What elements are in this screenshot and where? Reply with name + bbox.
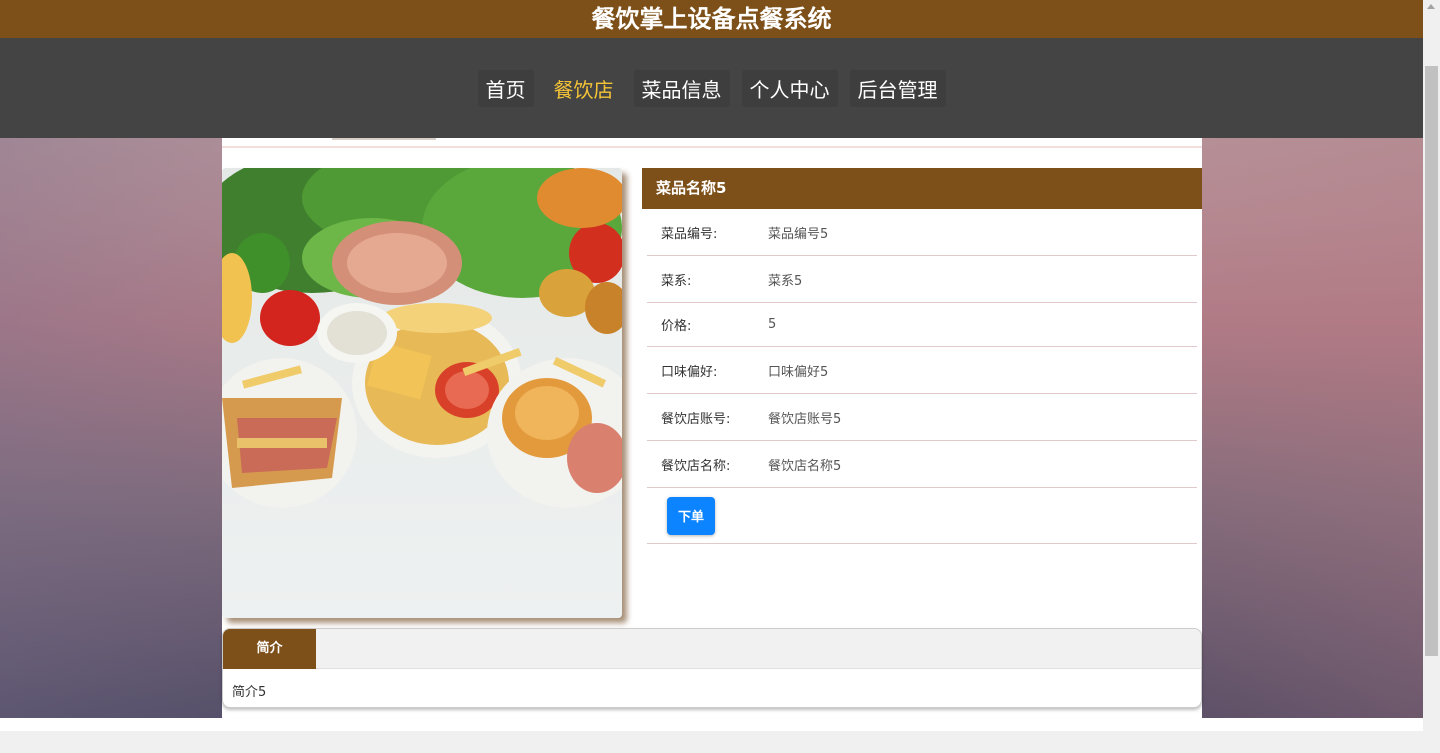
nav-item-admin[interactable]: 后台管理 xyxy=(849,69,946,107)
nav-item-home[interactable]: 首页 xyxy=(477,69,534,107)
order-button[interactable]: 下单 xyxy=(667,496,715,535)
detail-value: 菜品编号5 xyxy=(768,226,829,242)
vertical-scrollbar[interactable] xyxy=(1423,0,1440,753)
scrollbar-thumb[interactable] xyxy=(1425,66,1438,656)
detail-row-price: 价格: 5 xyxy=(647,303,1197,347)
intro-text: 简介5 xyxy=(232,685,267,700)
tab-intro[interactable]: 简介 xyxy=(223,629,316,669)
divider xyxy=(222,146,1202,148)
dish-detail-panel: 菜品名称5 菜品编号: 菜品编号5 菜系: 菜系5 价格: 5 口味偏好: 口味… xyxy=(642,168,1202,544)
detail-row-cuisine: 菜系: 菜系5 xyxy=(647,256,1197,303)
detail-row-restaurant-name: 餐饮店名称: 餐饮店名称5 xyxy=(647,441,1197,488)
detail-value: 5 xyxy=(768,317,777,332)
detail-value: 菜系5 xyxy=(768,273,803,289)
detail-row-restaurant-account: 餐饮店账号: 餐饮店账号5 xyxy=(647,394,1197,441)
intro-section: 简介 简介5 xyxy=(222,628,1202,708)
nav-item-restaurant[interactable]: 餐饮店 xyxy=(546,70,622,107)
divider-tab xyxy=(332,138,436,140)
detail-label: 价格: xyxy=(661,319,692,334)
detail-value: 口味偏好5 xyxy=(768,364,829,380)
detail-row-dish-code: 菜品编号: 菜品编号5 xyxy=(647,209,1197,256)
detail-value: 餐饮店账号5 xyxy=(768,411,842,427)
main-nav: 首页 餐饮店 菜品信息 个人中心 后台管理 xyxy=(0,38,1423,138)
detail-row-taste: 口味偏好: 口味偏好5 xyxy=(647,347,1197,394)
detail-label: 菜系: xyxy=(661,273,692,289)
main-content: 菜品名称5 菜品编号: 菜品编号5 菜系: 菜系5 价格: 5 口味偏好: 口味… xyxy=(222,138,1202,718)
intro-tab-bar: 简介 xyxy=(223,629,1201,669)
scroll-up-arrow-icon[interactable] xyxy=(1427,4,1435,9)
detail-label: 餐饮店名称: xyxy=(661,458,731,474)
dish-name: 菜品名称5 xyxy=(642,168,1202,209)
detail-label: 餐饮店账号: xyxy=(661,411,731,427)
detail-label: 口味偏好: xyxy=(661,364,718,380)
order-button-row: 下单 xyxy=(647,488,1197,544)
page-bottom-strip xyxy=(0,718,1423,731)
nav-item-personal-center[interactable]: 个人中心 xyxy=(741,69,838,107)
nav-item-dish-info[interactable]: 菜品信息 xyxy=(633,69,730,107)
site-title: 餐饮掌上设备点餐系统 xyxy=(0,0,1423,38)
detail-value: 餐饮店名称5 xyxy=(768,458,842,474)
dish-image xyxy=(222,168,622,618)
detail-label: 菜品编号: xyxy=(661,226,718,242)
